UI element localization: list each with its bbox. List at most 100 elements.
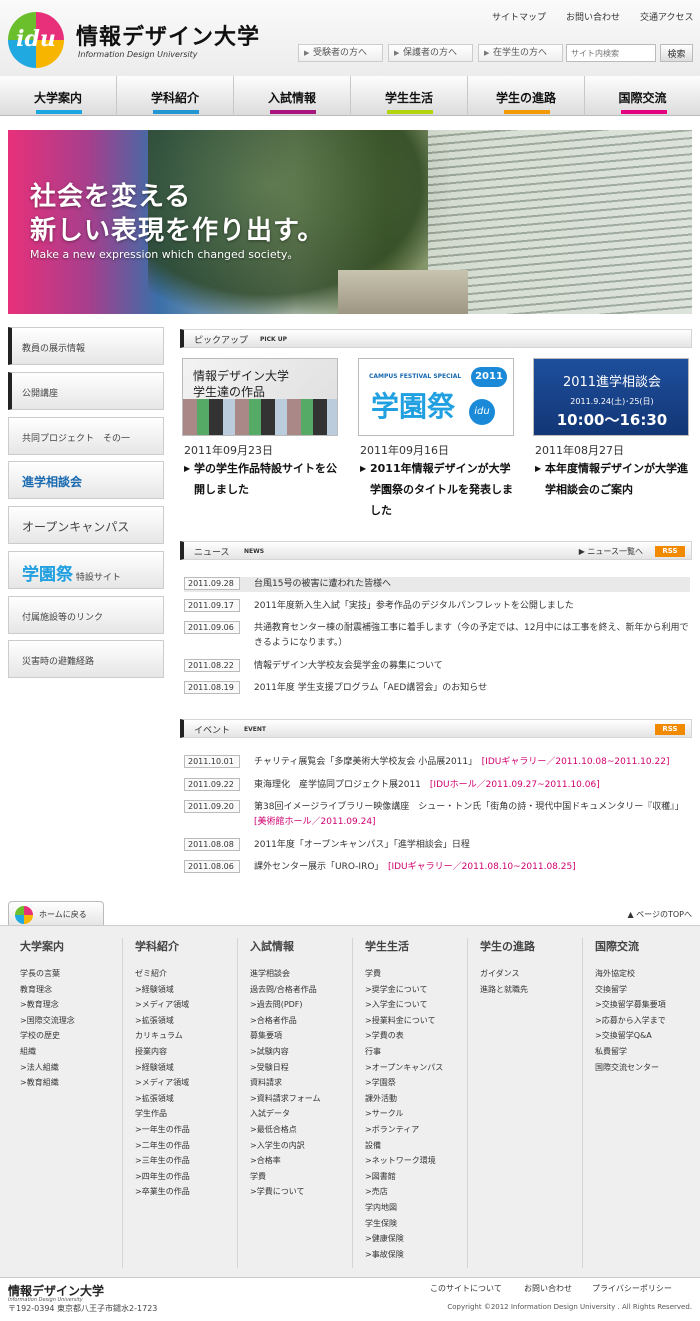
sitemap-link[interactable]: 行事 [365, 1046, 467, 1062]
sitemap-link[interactable]: >メディア領域 [135, 1077, 237, 1093]
gnav-about[interactable]: 大学案内 [0, 76, 117, 116]
sitemap-link[interactable]: サイトマップ [492, 10, 546, 23]
sitemap-link[interactable]: 授業内容 [135, 1046, 237, 1062]
sitemap-link[interactable]: >一年生の作品 [135, 1124, 237, 1140]
pickup-title-link[interactable]: ▶ 学の学生作品特設サイトを公開しました [184, 458, 338, 500]
sitemap-column-title[interactable]: 国際交流 [595, 938, 698, 960]
university-logo[interactable]: idu [8, 12, 70, 70]
pickup-title-link[interactable]: ▶ 2011年情報デザインが大学学園祭のタイトルを発表しました [360, 458, 514, 521]
sidebar-item-festival-site[interactable]: 学園祭 特設サイト [8, 551, 164, 589]
sitemap-link[interactable]: >サークル [365, 1108, 467, 1124]
sitemap-link[interactable]: >拡張領域 [135, 1093, 237, 1109]
pickup-title-link[interactable]: ▶ 本年度情報デザインが大学進学相談会のご案内 [535, 458, 689, 500]
sitemap-link[interactable]: >卒業生の作品 [135, 1186, 237, 1202]
sitemap-link[interactable]: 資料請求 [250, 1077, 352, 1093]
contact-link[interactable]: お問い合わせ [566, 10, 620, 23]
sitemap-link[interactable]: >拡張領域 [135, 1015, 237, 1031]
search-button[interactable]: 検索 [660, 44, 693, 62]
news-list-link[interactable]: ▶ ニュース一覧へ [579, 546, 643, 557]
sitemap-link[interactable]: >奨学金について [365, 984, 467, 1000]
sitemap-link[interactable]: 課外活動 [365, 1093, 467, 1109]
sitemap-link[interactable]: 教育理念 [20, 984, 122, 1000]
search-input[interactable] [566, 44, 656, 62]
sitemap-link[interactable]: >入学金について [365, 999, 467, 1015]
sidebar-item-faculty-exhibitions[interactable]: 教員の展示情報 [8, 327, 164, 365]
privacy-policy-link[interactable]: プライバシーポリシー [592, 1283, 672, 1294]
sitemap-link[interactable]: 募集要項 [250, 1030, 352, 1046]
sidebar-item-joint-project[interactable]: 共同プロジェクト その一 [8, 417, 164, 455]
pickup-item[interactable]: 情報デザイン大学 学生達の作品 2011年09月23日 ▶ 学の学生作品特設サイト… [182, 358, 338, 496]
sitemap-link[interactable]: 組織 [20, 1046, 122, 1062]
gnav-campus-life[interactable]: 学生生活 [351, 76, 468, 116]
gnav-departments[interactable]: 学科紹介 [117, 76, 234, 116]
sidebar-item-open-campus[interactable]: オープンキャンパス [8, 506, 164, 544]
sitemap-link[interactable]: 国際交流センター [595, 1062, 698, 1078]
hero-banner[interactable]: 社会を変える 新しい表現を作り出す。 Make a new expression… [8, 130, 692, 314]
sitemap-link[interactable]: >交換留学Q&A [595, 1030, 698, 1046]
sitemap-link[interactable]: カリキュラム [135, 1030, 237, 1046]
sitemap-link[interactable]: 入試データ [250, 1108, 352, 1124]
sitemap-link[interactable]: 学長の言葉 [20, 968, 122, 984]
sitemap-column-title[interactable]: 学科紹介 [135, 938, 237, 960]
sitemap-link[interactable]: 学校の歴史 [20, 1030, 122, 1046]
sitemap-link[interactable]: 海外協定校 [595, 968, 698, 984]
sitemap-link[interactable]: 進学相談会 [250, 968, 352, 984]
sitemap-link[interactable]: >経験領域 [135, 1062, 237, 1078]
sidebar-item-facility-links[interactable]: 付属施設等のリンク [8, 596, 164, 634]
sitemap-link[interactable]: >応募から入学まで [595, 1015, 698, 1031]
gnav-admissions[interactable]: 入試情報 [234, 76, 351, 116]
sitemap-link[interactable]: 学内地図 [365, 1202, 467, 1218]
sitemap-link[interactable]: >教育理念 [20, 999, 122, 1015]
footer-contact-link[interactable]: お問い合わせ [524, 1283, 572, 1294]
sitemap-link[interactable]: 交換留学 [595, 984, 698, 1000]
sitemap-link[interactable]: 学生保険 [365, 1218, 467, 1234]
sitemap-link[interactable]: >健康保険 [365, 1233, 467, 1249]
page-top-link[interactable]: ▲ ページのTOPへ [627, 909, 692, 920]
sitemap-link[interactable]: >ボランティア [365, 1124, 467, 1140]
sitemap-link[interactable]: >学費について [250, 1186, 352, 1202]
sitemap-link[interactable]: 設備 [365, 1140, 467, 1156]
sidebar-item-public-lectures[interactable]: 公開講座 [8, 372, 164, 410]
sitemap-link[interactable]: 学費 [365, 968, 467, 984]
sitemap-link[interactable]: ゼミ紹介 [135, 968, 237, 984]
sitemap-column-title[interactable]: 学生の進路 [480, 938, 582, 960]
home-tab[interactable]: ホームに戻る [8, 901, 104, 925]
sitemap-link[interactable]: >入学生の内訳 [250, 1140, 352, 1156]
sitemap-link[interactable]: >ネットワーク環境 [365, 1155, 467, 1171]
sitemap-link[interactable]: 私費留学 [595, 1046, 698, 1062]
news-item[interactable]: 2011.09.28 台風15号の被害に遭われた皆様へ [184, 577, 690, 592]
sitemap-link[interactable]: >事故保険 [365, 1249, 467, 1265]
access-link[interactable]: 交通アクセス [640, 10, 694, 23]
event-rss-icon[interactable]: RSS [655, 724, 685, 735]
sitemap-link[interactable]: >二年生の作品 [135, 1140, 237, 1156]
sitemap-link[interactable]: 学費 [250, 1171, 352, 1187]
gnav-international[interactable]: 国際交流 [585, 76, 700, 116]
sitemap-link[interactable]: >受験日程 [250, 1062, 352, 1078]
sitemap-link[interactable]: >教育組織 [20, 1077, 122, 1093]
sitemap-link[interactable]: >合格者作品 [250, 1015, 352, 1031]
sitemap-link[interactable]: >資料請求フォーム [250, 1093, 352, 1109]
sitemap-link[interactable]: >経験領域 [135, 984, 237, 1000]
sitemap-link[interactable]: >過去問(PDF) [250, 999, 352, 1015]
pickup-item[interactable]: CAMPUS FESTIVAL SPECIAL 学園祭 2011 idu 201… [358, 358, 514, 517]
audience-button-parents[interactable]: ▶ 保護者の方へ [388, 44, 473, 62]
news-rss-icon[interactable]: RSS [655, 546, 685, 557]
sitemap-link[interactable]: 学生作品 [135, 1108, 237, 1124]
audience-button-students[interactable]: ▶ 在学生の方へ [478, 44, 563, 62]
sitemap-column-title[interactable]: 大学案内 [20, 938, 122, 960]
sitemap-link[interactable]: 過去問/合格者作品 [250, 984, 352, 1000]
site-name[interactable]: 情報デザイン大学 [76, 19, 260, 51]
sitemap-link[interactable]: >最低合格点 [250, 1124, 352, 1140]
sidebar-item-consultation[interactable]: 進学相談会 [8, 461, 164, 499]
sitemap-link[interactable]: >三年生の作品 [135, 1155, 237, 1171]
sitemap-link[interactable]: >オープンキャンパス [365, 1062, 467, 1078]
sitemap-link[interactable]: >学費の表 [365, 1030, 467, 1046]
sitemap-link[interactable]: >授業料金について [365, 1015, 467, 1031]
about-site-link[interactable]: このサイトについて [430, 1283, 502, 1294]
audience-button-applicants[interactable]: ▶ 受験者の方へ [298, 44, 383, 62]
sitemap-link[interactable]: >学園祭 [365, 1077, 467, 1093]
sitemap-link[interactable]: ガイダンス [480, 968, 582, 984]
sitemap-link[interactable]: >メディア領域 [135, 999, 237, 1015]
sitemap-column-title[interactable]: 学生生活 [365, 938, 467, 960]
sitemap-link[interactable]: >四年生の作品 [135, 1171, 237, 1187]
